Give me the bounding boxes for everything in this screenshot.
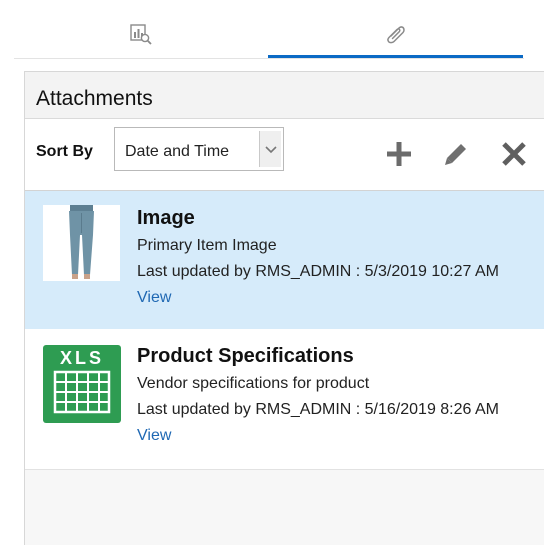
tab-bar-divider [14,58,524,59]
chevron-down-icon [265,146,277,154]
list-item[interactable]: Image Primary Item Image Last updated by… [25,191,544,329]
attachment-title: Image [137,207,195,229]
add-attachment-button[interactable] [384,139,414,169]
jeans-thumbnail [43,205,120,281]
panel-header: Attachments [25,72,544,119]
xls-label: XLS [60,348,104,368]
attachment-meta: Last updated by RMS_ADMIN : 5/3/2019 10:… [137,263,499,280]
attachment-description: Primary Item Image [137,237,277,254]
sort-by-select[interactable]: Date and Time [114,127,284,171]
paperclip-icon [386,26,405,44]
delete-attachment-button[interactable] [499,139,529,169]
active-tab-indicator [268,55,523,58]
list-item[interactable]: XLS Product Specifications Vendor specif… [25,329,544,470]
sort-dropdown-button[interactable] [259,131,281,167]
tab-bar [0,0,544,60]
close-icon [502,142,526,166]
panel-title: Attachments [36,87,153,110]
pencil-icon [445,144,466,165]
tab-attachments[interactable] [268,0,523,60]
attachments-toolbar: Sort By Date and Time [25,119,544,191]
view-link[interactable]: View [137,289,171,307]
view-link[interactable]: View [137,427,171,445]
sort-by-value: Date and Time [125,143,230,160]
attachment-meta: Last updated by RMS_ADMIN : 5/16/2019 8:… [137,401,499,418]
tab-report[interactable] [14,0,268,60]
attachments-panel: Attachments Sort By Date and Time Image … [24,71,544,545]
sort-by-label: Sort By [36,143,93,160]
plus-icon [387,142,411,166]
attachment-title: Product Specifications [137,345,354,367]
report-search-icon [130,24,152,45]
jeans-photo [43,205,120,281]
attachment-description: Vendor specifications for product [137,375,370,392]
edit-attachment-button[interactable] [441,139,471,169]
xls-file-icon: XLS [43,345,121,423]
